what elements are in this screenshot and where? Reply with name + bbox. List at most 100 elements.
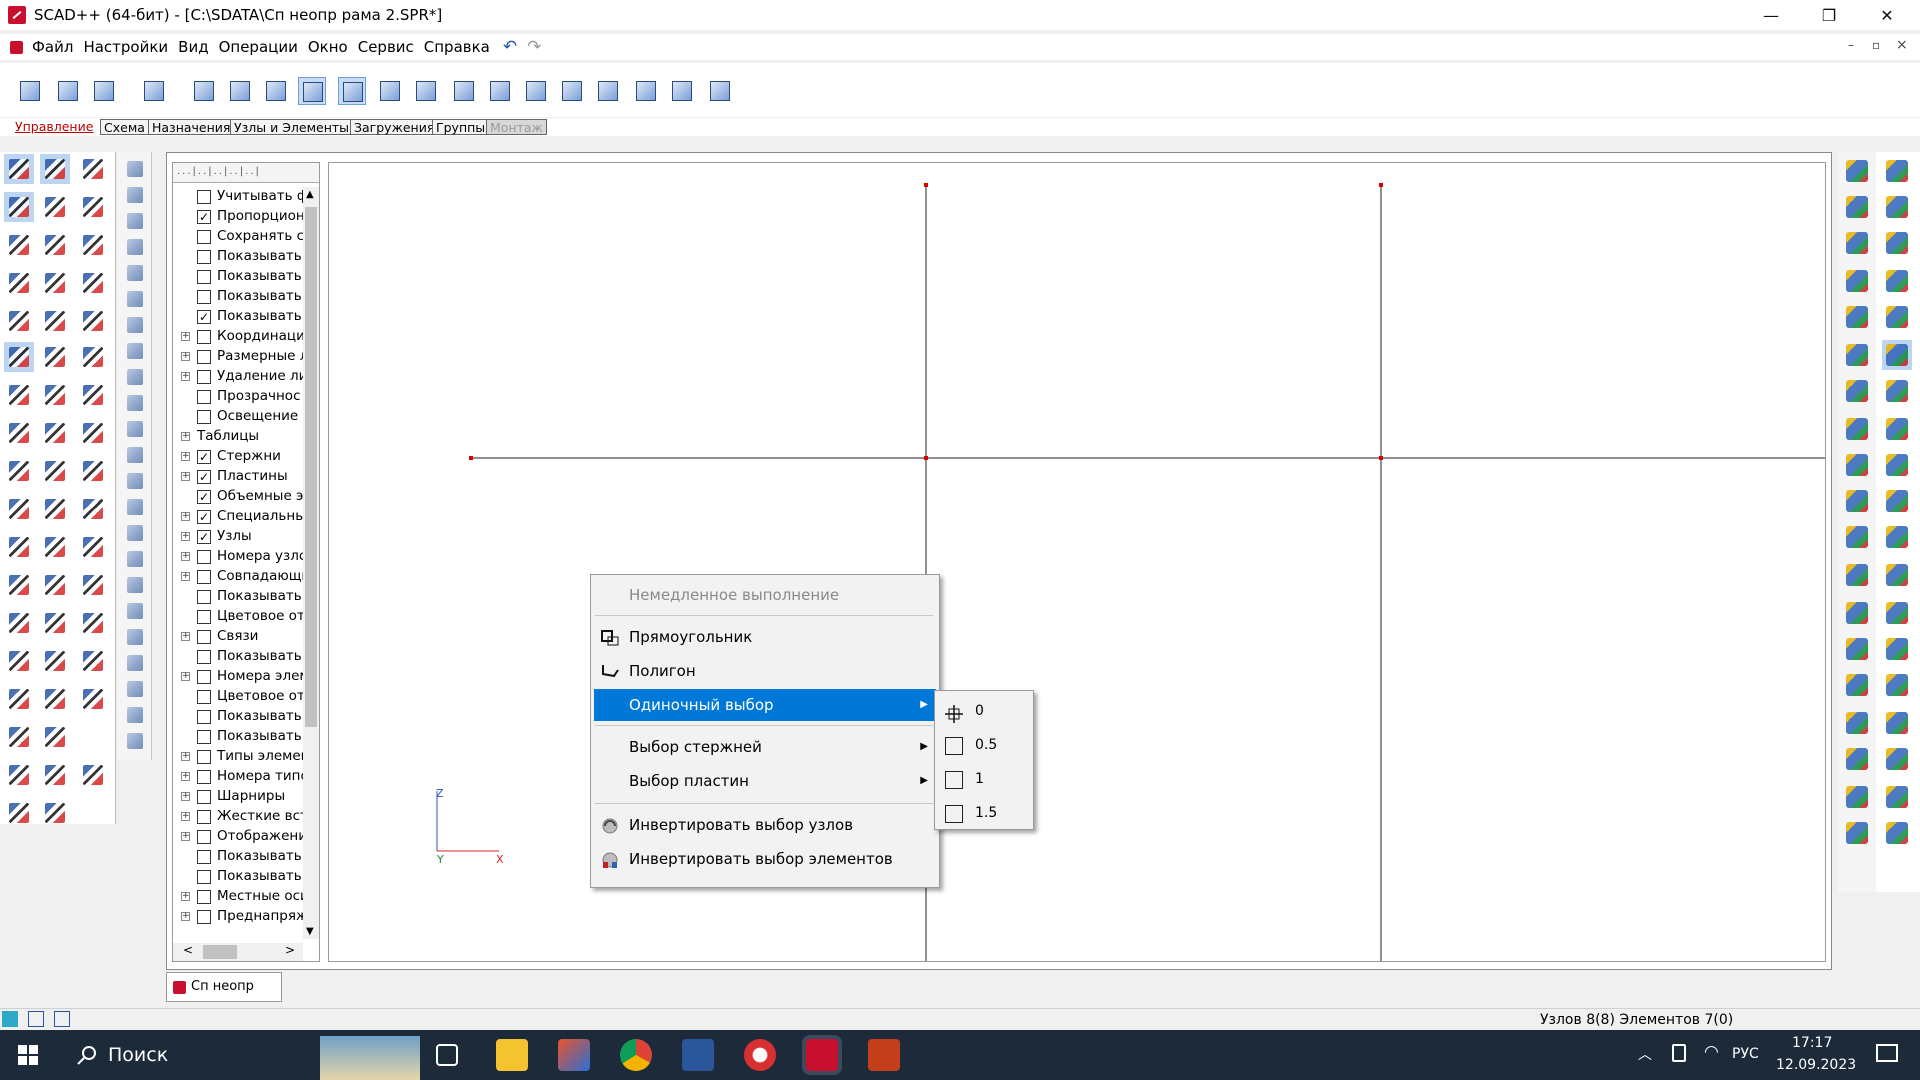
panel-tool-2-icon[interactable] xyxy=(124,184,146,206)
tool-split-alt-icon[interactable] xyxy=(78,418,108,448)
view-cube-red-icon[interactable] xyxy=(1842,376,1872,406)
scad-taskbar-icon[interactable] xyxy=(802,1035,842,1075)
tree-checkbox[interactable] xyxy=(197,670,211,684)
view-monitor-icon[interactable] xyxy=(1842,598,1872,628)
tree-checkbox[interactable] xyxy=(197,350,211,364)
tree-checkbox[interactable] xyxy=(197,410,211,424)
print-icon[interactable] xyxy=(190,77,218,105)
tool-frame-icon[interactable] xyxy=(40,532,70,562)
view-rotate-y-icon[interactable] xyxy=(1842,266,1872,296)
tool-move-n-icon[interactable] xyxy=(78,570,108,600)
tree-row[interactable]: Сохранять сс xyxy=(173,227,303,247)
expand-plus-icon[interactable]: + xyxy=(181,572,190,581)
status-table-icon[interactable] xyxy=(54,1011,70,1027)
tree-row[interactable]: Показывать xyxy=(173,287,303,307)
tool-deform-icon[interactable] xyxy=(40,722,70,752)
panel-tool-13-icon[interactable] xyxy=(124,470,146,492)
expand-plus-icon[interactable]: + xyxy=(181,432,190,441)
tree-checkbox[interactable] xyxy=(197,850,211,864)
panel-tool-4-icon[interactable] xyxy=(124,236,146,258)
app-red-icon[interactable] xyxy=(744,1039,776,1071)
tool-hinge-icon[interactable] xyxy=(4,342,34,372)
tool-rigid-insert-icon[interactable] xyxy=(40,342,70,372)
tree-checkbox[interactable] xyxy=(197,730,211,744)
language-indicator[interactable]: РУС xyxy=(1732,1046,1759,1062)
tree-checkbox[interactable]: ✓ xyxy=(197,530,211,544)
tool-brush-icon[interactable] xyxy=(78,532,108,562)
app-launcher-icon[interactable] xyxy=(558,1039,590,1071)
expand-plus-icon[interactable]: + xyxy=(181,512,190,521)
clock-date[interactable]: 12.09.2023 xyxy=(1776,1057,1856,1073)
tree-checkbox[interactable]: ✓ xyxy=(197,490,211,504)
panel-tool-9-icon[interactable] xyxy=(124,366,146,388)
tool-node-grid-icon[interactable] xyxy=(4,494,34,524)
tab-assignments[interactable]: Назначения xyxy=(148,119,235,135)
tree-row[interactable]: Показывать xyxy=(173,247,303,267)
view-folder-icon[interactable] xyxy=(1882,744,1912,774)
panel-tool-22-icon[interactable] xyxy=(124,704,146,726)
submenu-item-1[interactable]: 1 xyxy=(937,763,1033,795)
view-save-red-icon[interactable] xyxy=(1842,708,1872,738)
tool-plate-icon[interactable] xyxy=(40,494,70,524)
tree-checkbox[interactable] xyxy=(197,330,211,344)
scroll-left-icon[interactable]: < xyxy=(183,943,193,957)
panel-tool-5-icon[interactable] xyxy=(124,262,146,284)
tree-checkbox[interactable] xyxy=(197,590,211,604)
view-transform-icon[interactable] xyxy=(1882,818,1912,848)
tree-checkbox[interactable] xyxy=(197,250,211,264)
scad-doc-icon[interactable] xyxy=(10,40,23,54)
view-cube-cyan-icon[interactable] xyxy=(1842,414,1872,444)
view-pan-icon[interactable] xyxy=(1882,156,1912,186)
tab-loads[interactable]: Загружения xyxy=(350,119,439,135)
transform-icon[interactable] xyxy=(558,77,586,105)
html-view-icon[interactable] xyxy=(1882,598,1912,628)
scroll-right-icon[interactable]: > xyxy=(285,943,295,957)
tool-table-icon[interactable] xyxy=(78,306,108,336)
view-cube-filled-icon[interactable] xyxy=(1842,450,1872,480)
menu-operations[interactable]: Операции xyxy=(214,34,303,60)
wifi-icon[interactable]: ◠ xyxy=(1704,1042,1719,1062)
tree-checkbox[interactable] xyxy=(197,890,211,904)
tree-checkbox[interactable]: ✓ xyxy=(197,210,211,224)
tool-force-f2-icon[interactable] xyxy=(78,760,108,790)
tool-building-icon[interactable] xyxy=(78,456,108,486)
scroll-thumb[interactable] xyxy=(305,207,317,727)
tree-checkbox[interactable] xyxy=(197,190,211,204)
menu-service[interactable]: Сервис xyxy=(353,34,419,60)
chrome-icon[interactable] xyxy=(620,1039,652,1071)
tool-numbers-icon[interactable] xyxy=(4,230,34,260)
tool-ties-icon[interactable] xyxy=(78,268,108,298)
clock-time[interactable]: 17:17 xyxy=(1792,1035,1832,1051)
expand-plus-icon[interactable]: + xyxy=(181,792,190,801)
layers-icon[interactable] xyxy=(632,77,660,105)
notifications-icon[interactable] xyxy=(1876,1044,1898,1062)
panel-tool-18-icon[interactable] xyxy=(124,600,146,622)
tool-layers-yellow-icon[interactable] xyxy=(4,570,34,600)
model-canvas[interactable]: Z Y X xyxy=(328,162,1826,962)
panel-tool-16-icon[interactable] xyxy=(124,548,146,570)
tool-colormap-icon[interactable] xyxy=(4,684,34,714)
panel-tool-7-icon[interactable] xyxy=(124,314,146,336)
tree-row[interactable]: Показывать xyxy=(173,867,303,887)
tree-checkbox[interactable] xyxy=(197,630,211,644)
tree-checkbox[interactable] xyxy=(197,710,211,724)
tree-row[interactable]: + ✓ Узлы xyxy=(173,527,303,547)
tool-coeff-icon[interactable] xyxy=(4,798,34,828)
tool-loads-icon[interactable] xyxy=(4,418,34,448)
tool-table-grid-icon[interactable] xyxy=(4,646,34,676)
tree-checkbox[interactable] xyxy=(197,390,211,404)
panel-tool-11-icon[interactable] xyxy=(124,418,146,440)
tree-row[interactable]: Цветовое от xyxy=(173,687,303,707)
menu-item-select-plates[interactable]: Выбор пластин ▶ xyxy=(594,765,936,797)
panel-tool-17-icon[interactable] xyxy=(124,574,146,596)
panel-tool-12-icon[interactable] xyxy=(124,444,146,466)
tab-scheme[interactable]: Схема xyxy=(100,119,149,135)
panel-tool-19-icon[interactable] xyxy=(124,626,146,648)
expand-plus-icon[interactable]: + xyxy=(181,532,190,541)
tree-row[interactable]: + ✓ Пластины xyxy=(173,467,303,487)
tree-checkbox[interactable] xyxy=(197,230,211,244)
tree-row[interactable]: + Преднапряж xyxy=(173,907,303,927)
tree-checkbox[interactable] xyxy=(197,750,211,764)
tree-row[interactable]: Прозрачнос xyxy=(173,387,303,407)
view-disabled-icon[interactable] xyxy=(1842,670,1872,700)
